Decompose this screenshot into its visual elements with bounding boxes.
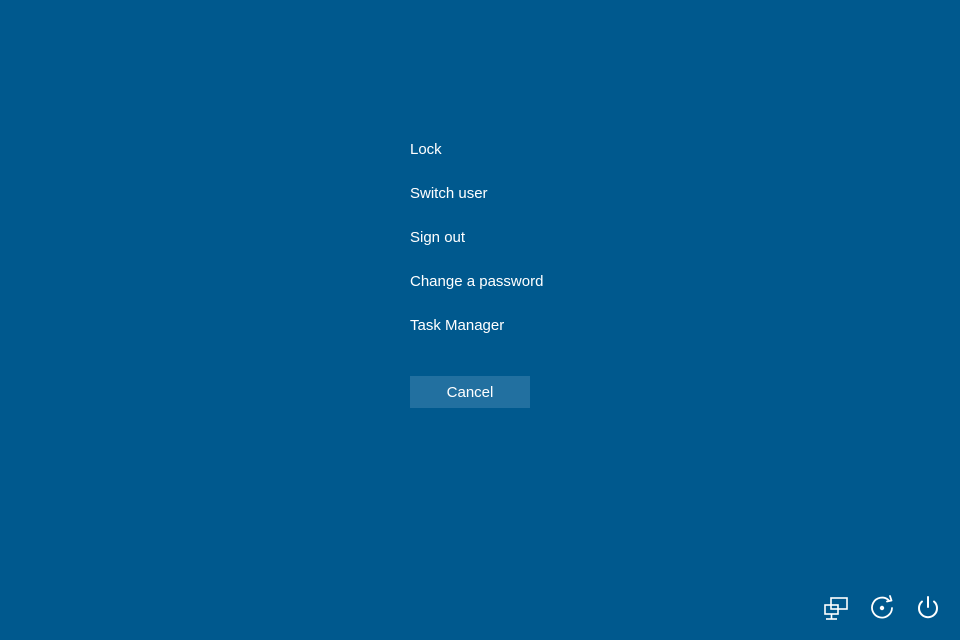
menu-item-change-password[interactable]: Change a password xyxy=(410,260,543,304)
menu-item-label: Task Manager xyxy=(410,317,504,334)
menu-item-label: Change a password xyxy=(410,273,543,290)
menu-item-lock[interactable]: Lock xyxy=(410,128,543,172)
power-icon[interactable] xyxy=(914,594,942,622)
cancel-button-label: Cancel xyxy=(447,384,494,401)
footer-icons xyxy=(822,594,942,622)
menu-item-label: Switch user xyxy=(410,185,488,202)
menu-item-label: Lock xyxy=(410,141,442,158)
cancel-button[interactable]: Cancel xyxy=(410,376,530,408)
menu-item-sign-out[interactable]: Sign out xyxy=(410,216,543,260)
menu-item-task-manager[interactable]: Task Manager xyxy=(410,304,543,348)
network-icon[interactable] xyxy=(822,594,850,622)
security-options-menu: Lock Switch user Sign out Change a passw… xyxy=(410,128,543,348)
ease-of-access-icon[interactable] xyxy=(868,594,896,622)
menu-item-label: Sign out xyxy=(410,229,465,246)
menu-item-switch-user[interactable]: Switch user xyxy=(410,172,543,216)
